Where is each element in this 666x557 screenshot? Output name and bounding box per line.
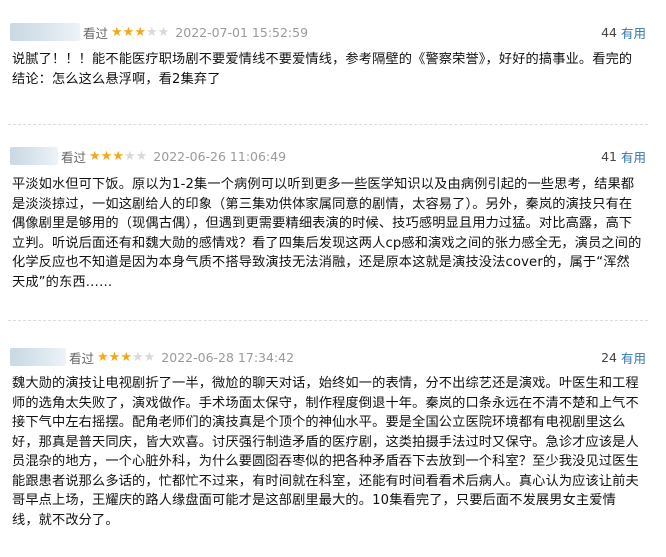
star-filled-icon: ★ — [100, 148, 113, 164]
rating-stars: ★★★★★ — [97, 350, 155, 365]
star-filled-icon: ★ — [97, 349, 109, 365]
review-text: 魏大勋的演技让电视剧折了一半，微尬的聊天对话，始终如一的表情，分不出综艺还是演戏… — [12, 376, 639, 528]
useful-count: 24 — [601, 349, 617, 365]
useful-button[interactable]: 41 有用 — [601, 147, 646, 166]
star-filled-icon: ★ — [111, 24, 123, 40]
rating-stars: ★★★★★ — [111, 25, 169, 40]
watch-status: 看过 — [83, 25, 109, 41]
star-filled-icon: ★ — [112, 148, 124, 164]
review-meta: 看过 ★★★★★ 2022-06-26 11:06:49 41 有用 — [10, 145, 646, 167]
review-text: 说腻了！！！能不能医疗职场剧不要爱情线不要爱情线，参考隔壁的《警察荣誉》，好好的… — [12, 52, 633, 87]
star-filled-icon: ★ — [108, 349, 121, 365]
star-empty-icon: ★ — [135, 148, 148, 164]
star-filled-icon: ★ — [122, 24, 135, 40]
avatar-username-blurred[interactable] — [10, 348, 66, 366]
useful-count: 41 — [601, 148, 617, 164]
watch-status: 看过 — [61, 149, 87, 165]
star-filled-icon: ★ — [134, 24, 146, 40]
useful-label[interactable]: 有用 — [621, 23, 646, 42]
review-time: 2022-06-26 11:06:49 — [153, 148, 287, 164]
review-time: 2022-06-28 17:34:42 — [161, 349, 295, 365]
useful-label[interactable]: 有用 — [621, 147, 646, 166]
star-filled-icon: ★ — [89, 148, 101, 164]
star-empty-icon: ★ — [131, 349, 144, 365]
star-filled-icon: ★ — [120, 349, 132, 365]
star-empty-icon: ★ — [123, 148, 136, 164]
review-meta: 看过 ★★★★★ 2022-06-28 17:34:42 24 有用 — [10, 346, 646, 368]
avatar-username-blurred[interactable] — [10, 147, 58, 165]
divider — [8, 320, 648, 321]
avatar-username-blurred[interactable] — [10, 23, 80, 41]
watch-status: 看过 — [69, 350, 95, 366]
useful-label[interactable]: 有用 — [621, 348, 646, 367]
rating-stars: ★★★★★ — [89, 149, 147, 164]
divider — [8, 124, 648, 125]
useful-button[interactable]: 24 有用 — [601, 348, 646, 367]
review-time: 2022-07-01 15:52:59 — [175, 24, 309, 40]
star-empty-icon: ★ — [157, 24, 170, 40]
star-empty-icon: ★ — [145, 24, 158, 40]
useful-count: 44 — [601, 24, 617, 40]
star-empty-icon: ★ — [143, 349, 156, 365]
review-meta: 看过 ★★★★★ 2022-07-01 15:52:59 44 有用 — [10, 21, 646, 43]
review-text: 平淡如水但可下饭。原以为1-2集一个病例可以听到更多一些医学知识以及由病例引起的… — [12, 177, 642, 290]
useful-button[interactable]: 44 有用 — [601, 23, 646, 42]
